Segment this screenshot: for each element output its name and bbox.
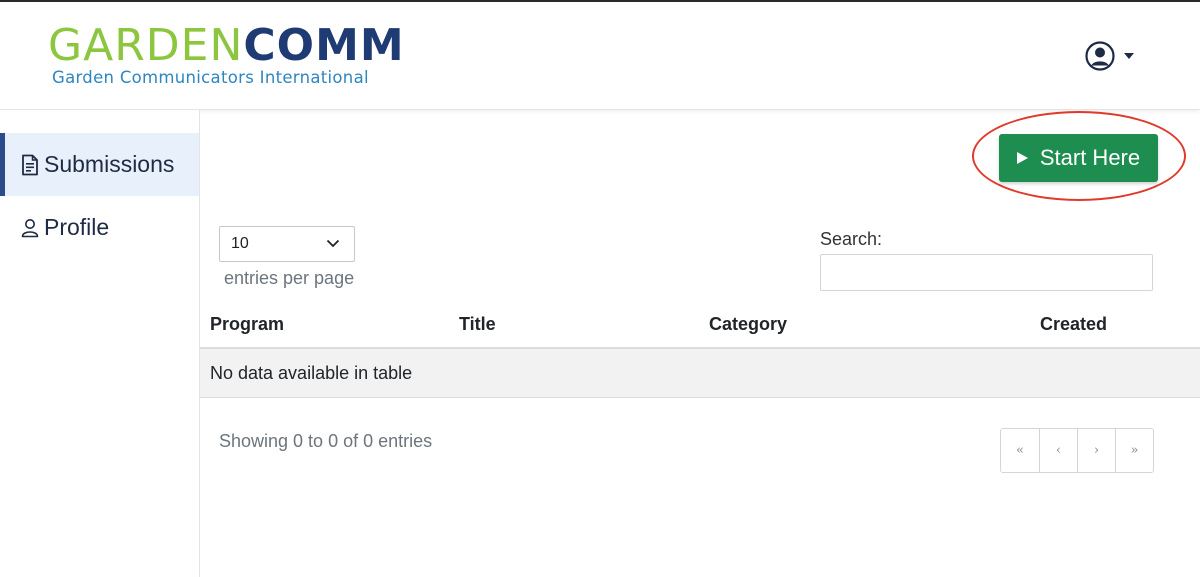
search-label: Search: [820, 229, 883, 249]
table-info: Showing 0 to 0 of 0 entries [219, 431, 433, 451]
start-here-label: Start Here [1039, 145, 1141, 170]
user-menu-toggle[interactable] [1084, 40, 1134, 72]
sidebar: Submissions Profile [0, 110, 200, 577]
entries-value: 10 [231, 235, 249, 252]
play-icon [1016, 152, 1028, 164]
last-page-button[interactable]: » [1115, 429, 1153, 472]
next-page-button[interactable]: › [1077, 429, 1115, 472]
user-circle-icon [1084, 40, 1116, 72]
empty-table-message: No data available in table [210, 363, 413, 383]
logo-comm-text: COMM [243, 20, 405, 71]
logo-subtitle: Garden Communicators International [52, 68, 369, 87]
column-header-created[interactable]: Created [1040, 314, 1107, 335]
pagination: « ‹ › » [1000, 428, 1154, 473]
start-here-button[interactable]: Start Here [999, 134, 1158, 182]
entries-per-page-select[interactable]: 10 [219, 226, 355, 262]
previous-page-button[interactable]: ‹ [1039, 429, 1077, 472]
app-header: GARDENCOMM Garden Communicators Internat… [0, 2, 1200, 110]
document-icon [20, 154, 40, 176]
column-header-program[interactable]: Program [210, 314, 284, 335]
logo-wordmark: GARDENCOMM [48, 24, 405, 68]
column-header-category[interactable]: Category [709, 314, 787, 335]
table-row: No data available in table [200, 349, 1200, 398]
person-icon [20, 218, 40, 238]
table-header: Program Title Category Created [200, 308, 1200, 349]
column-header-title[interactable]: Title [459, 314, 496, 335]
search-input[interactable] [820, 254, 1153, 291]
sidebar-item-label: Submissions [44, 151, 175, 177]
sidebar-item-profile[interactable]: Profile [0, 196, 199, 259]
sidebar-item-submissions[interactable]: Submissions [0, 133, 199, 196]
sidebar-item-label: Profile [44, 214, 110, 240]
chevron-down-icon [326, 235, 340, 253]
gardencomm-logo[interactable]: GARDENCOMM Garden Communicators Internat… [48, 24, 405, 88]
chevron-down-icon [1124, 53, 1134, 59]
first-page-button[interactable]: « [1001, 429, 1039, 472]
entries-per-page-label: entries per page [224, 268, 355, 288]
logo-garden-text: GARDEN [48, 20, 244, 71]
